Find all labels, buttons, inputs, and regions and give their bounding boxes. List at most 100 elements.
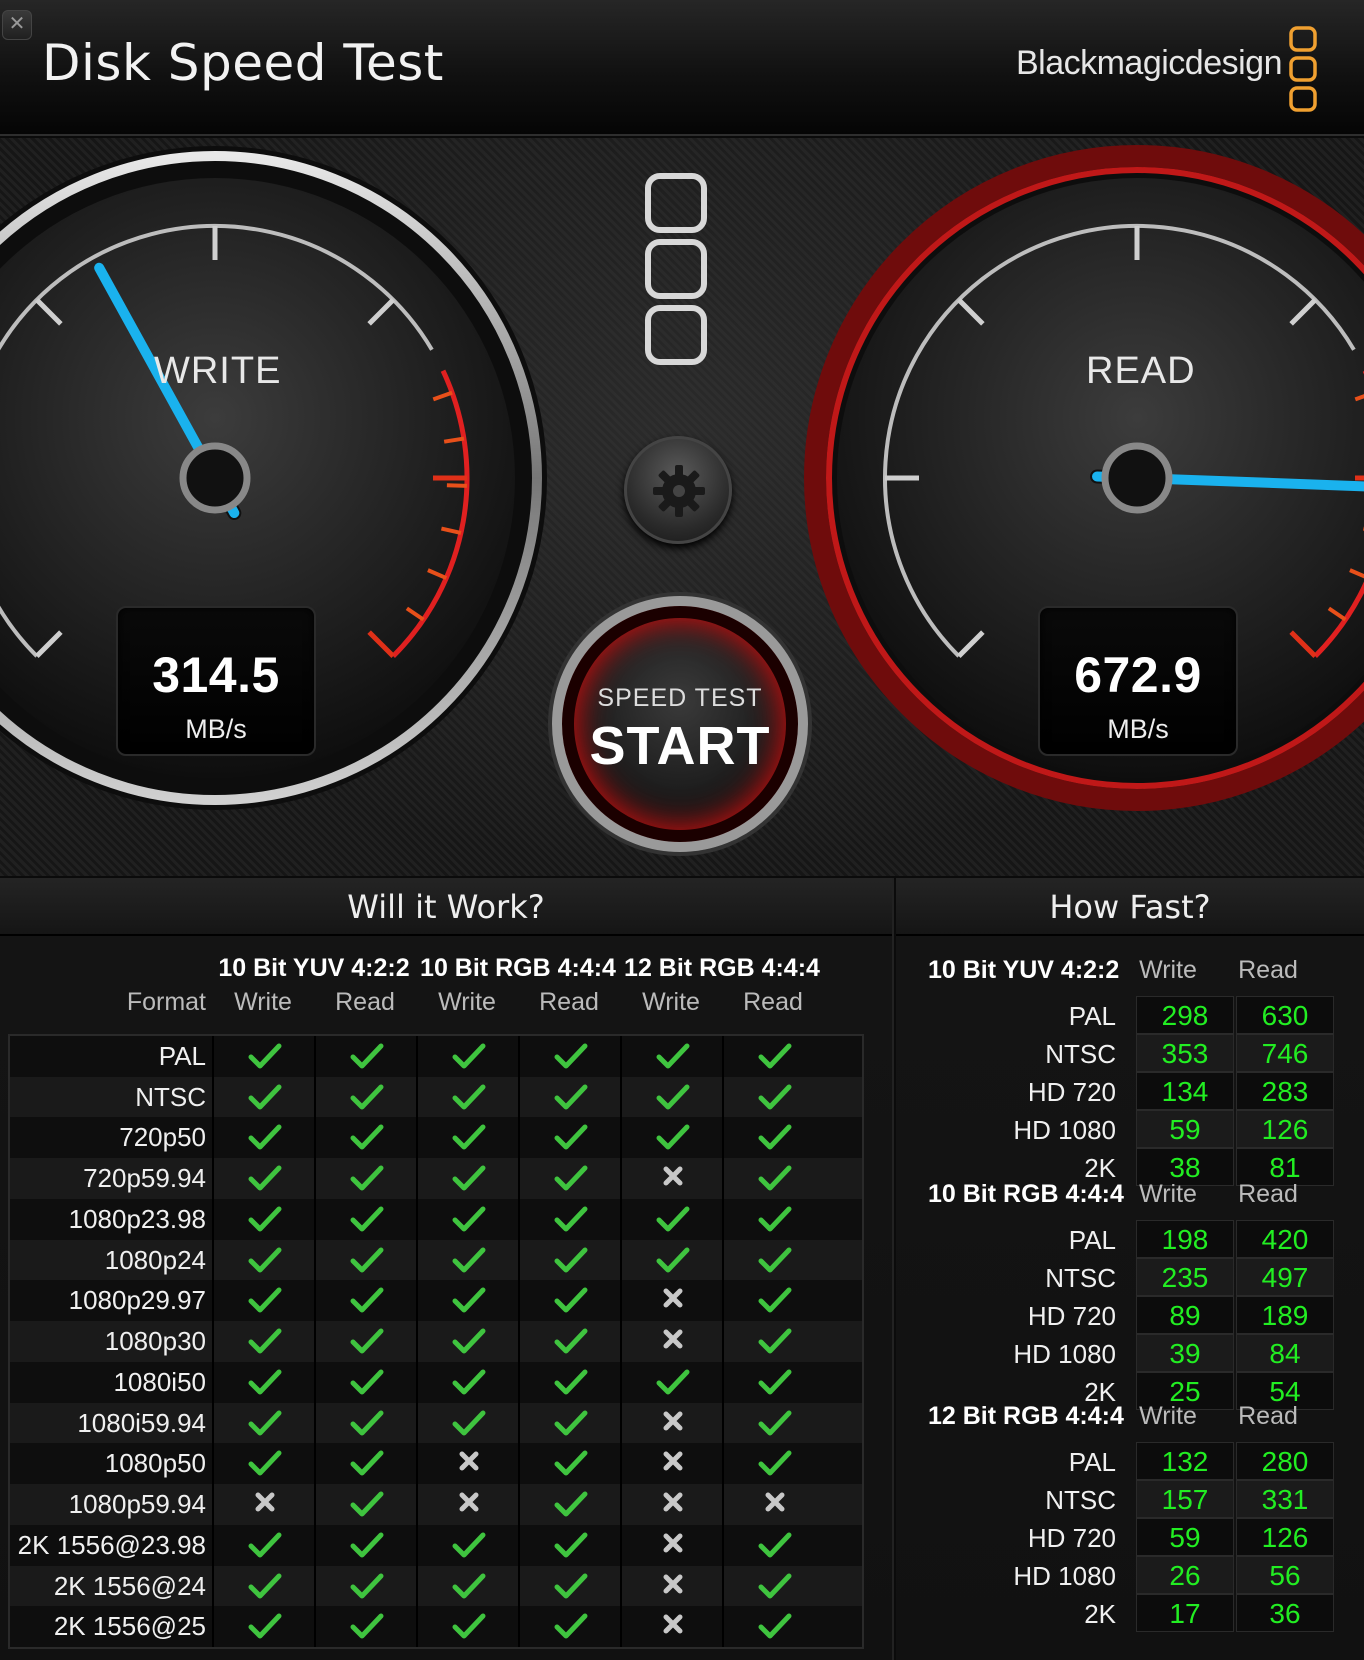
check-icon	[554, 1491, 588, 1517]
write-needle-hub	[179, 442, 251, 514]
table-row: 720p59.94	[10, 1158, 862, 1199]
format-label: NTSC	[1045, 1039, 1116, 1069]
format-label: NTSC	[135, 1081, 206, 1112]
check-icon	[452, 1206, 486, 1232]
supported-cell	[724, 1362, 826, 1402]
table-row: 1080i50	[10, 1362, 862, 1403]
format-label: 1080p24	[104, 1244, 206, 1275]
supported-cell	[724, 1403, 826, 1443]
write-fps-value: 132	[1136, 1442, 1234, 1480]
center-logo-icon	[645, 173, 707, 365]
check-icon	[554, 1573, 588, 1599]
check-icon	[248, 1369, 282, 1395]
supported-cell	[520, 1321, 622, 1361]
check-icon	[350, 1491, 384, 1517]
table-row: HD 720 134 283	[896, 1072, 1364, 1110]
supported-cell	[520, 1077, 622, 1117]
supported-cell	[622, 1362, 724, 1402]
close-button[interactable]: ✕	[2, 10, 32, 40]
unsupported-cell	[418, 1484, 520, 1524]
check-icon	[452, 1410, 486, 1436]
read-label: READ	[1086, 350, 1196, 392]
check-icon	[758, 1165, 792, 1191]
read-fps-value: 84	[1236, 1334, 1334, 1372]
supported-cell	[418, 1077, 520, 1117]
supported-cell	[214, 1321, 316, 1361]
table-row: HD 1080 59 126	[896, 1110, 1364, 1148]
check-icon	[656, 1247, 690, 1273]
unsupported-cell	[622, 1443, 724, 1483]
check-icon	[350, 1124, 384, 1150]
gauge-panel: WRITE READ 314.5 MB/s 672.9 MB/s SPEED T…	[0, 138, 1364, 876]
write-readout: 314.5 MB/s	[116, 606, 316, 756]
check-icon	[350, 1410, 384, 1436]
table-row: NTSC	[10, 1076, 862, 1118]
supported-cell	[622, 1036, 724, 1076]
supported-cell	[418, 1321, 520, 1361]
check-icon	[554, 1206, 588, 1232]
supported-cell	[724, 1566, 826, 1606]
supported-cell	[520, 1240, 622, 1280]
app-title: Disk Speed Test	[42, 34, 444, 92]
table-row: 2K 17 36	[896, 1594, 1364, 1632]
table-row: 2K 1556@24	[10, 1565, 862, 1607]
supported-cell	[214, 1240, 316, 1280]
unsupported-cell	[622, 1158, 724, 1198]
check-icon	[758, 1287, 792, 1313]
format-label: HD 720	[1027, 1523, 1116, 1553]
check-icon	[350, 1369, 384, 1395]
check-icon	[758, 1124, 792, 1150]
settings-button[interactable]	[624, 436, 732, 544]
check-icon	[554, 1369, 588, 1395]
write-fps-value: 198	[1136, 1220, 1234, 1258]
read-column-header: Read	[539, 988, 599, 1016]
column-separator	[212, 1036, 214, 1647]
format-label: PAL	[158, 1041, 206, 1071]
supported-cell	[520, 1199, 622, 1239]
supported-cell	[316, 1117, 418, 1157]
how-fast-title: How Fast?	[1049, 888, 1211, 926]
write-column-header: Write	[1139, 1402, 1197, 1430]
group-header: 10 Bit YUV 4:2:2	[218, 954, 410, 982]
read-fps-value: 280	[1236, 1442, 1334, 1480]
supported-cell	[214, 1403, 316, 1443]
cross-icon	[663, 1329, 683, 1349]
supported-cell	[214, 1606, 316, 1646]
check-icon	[248, 1124, 282, 1150]
supported-cell	[214, 1199, 316, 1239]
section-divider	[896, 934, 1364, 936]
table-row: 1080p23.98	[10, 1199, 862, 1240]
supported-cell	[622, 1199, 724, 1239]
write-fps-value: 17	[1136, 1594, 1234, 1632]
supported-cell	[316, 1525, 418, 1565]
will-it-work-title: Will it Work?	[347, 888, 545, 926]
supported-cell	[520, 1362, 622, 1402]
table-row: HD 1080 39 84	[896, 1334, 1364, 1372]
table-row: 2K 1556@23.98	[10, 1525, 862, 1566]
supported-cell	[418, 1158, 520, 1198]
supported-cell	[316, 1606, 418, 1646]
format-label: 1080p50	[104, 1448, 206, 1479]
supported-cell	[520, 1158, 622, 1198]
supported-cell	[214, 1077, 316, 1117]
write-column-header: Write	[438, 988, 496, 1016]
unsupported-cell	[622, 1566, 724, 1606]
read-fps-value: 746	[1236, 1034, 1334, 1072]
supported-cell	[520, 1280, 622, 1320]
cross-icon	[663, 1451, 683, 1471]
write-column-header: Write	[642, 988, 700, 1016]
read-speed-unit: MB/s	[1107, 714, 1169, 744]
check-icon	[350, 1165, 384, 1191]
supported-cell	[316, 1240, 418, 1280]
cross-icon	[255, 1492, 275, 1512]
check-icon	[554, 1287, 588, 1313]
supported-cell	[520, 1403, 622, 1443]
read-fps-value: 36	[1236, 1594, 1334, 1632]
check-icon	[554, 1532, 588, 1558]
check-icon	[656, 1206, 690, 1232]
cross-icon	[663, 1614, 683, 1634]
read-needle-hub	[1101, 442, 1173, 514]
start-button[interactable]: SPEED TEST START	[552, 596, 808, 852]
supported-cell	[724, 1525, 826, 1565]
cross-icon	[663, 1166, 683, 1186]
